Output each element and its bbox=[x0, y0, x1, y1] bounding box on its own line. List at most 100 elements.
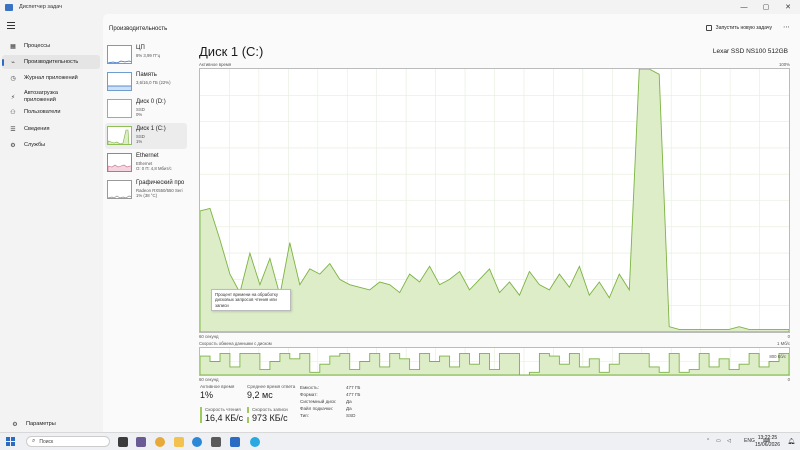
device-item-disk-0[interactable]: Диск 0 (D:) SSD 0% bbox=[105, 96, 187, 122]
edge-icon[interactable] bbox=[192, 437, 202, 447]
run-task-label: Запустить новую задачу bbox=[715, 25, 772, 31]
ethernet-thumbnail bbox=[107, 153, 132, 172]
settings-label: Параметры bbox=[26, 420, 56, 427]
maximize-button[interactable]: ▢ bbox=[756, 0, 776, 14]
search-icon: ⌕ bbox=[32, 438, 36, 444]
taskbar-search[interactable]: ⌕ Поиск bbox=[26, 436, 110, 447]
notification-bell-icon[interactable]: 🔔︎ bbox=[787, 438, 795, 445]
hamburger-menu-icon[interactable] bbox=[7, 22, 15, 29]
sidebar-item-processes[interactable]: ▦ Процессы bbox=[2, 39, 100, 53]
device-item-ethernet[interactable]: Ethernet Ethernet О: 0 П: 4,8 Мбит/с bbox=[105, 150, 187, 176]
stat-response-time: Среднее время ответа 9,2 мс bbox=[247, 384, 295, 400]
language-indicator[interactable]: ENG bbox=[744, 438, 755, 444]
sidebar-item-services[interactable]: ⚙ Службы bbox=[2, 138, 100, 152]
minimize-button[interactable]: — bbox=[734, 0, 754, 14]
store-icon[interactable] bbox=[211, 437, 221, 447]
sidebar: ▦ Процессы ⌁ Производительность ◷ Журнал… bbox=[0, 14, 103, 432]
property-key: Формат: bbox=[300, 392, 318, 397]
task-manager-taskbar-icon[interactable] bbox=[230, 437, 240, 447]
device-item-gpu[interactable]: Графический про Radeon RX550/550 Seri 1%… bbox=[105, 177, 187, 203]
transfer-graph-mid: 800 Кб/с bbox=[769, 354, 786, 359]
settings-button[interactable]: ⚙ Параметры bbox=[4, 417, 100, 431]
device-item-disk-1[interactable]: Диск 1 (C:) SSD 1% bbox=[105, 123, 187, 149]
taskbar: ⌕ Поиск ⌃ ▭ ◁ ENG ⌨ 13:22:25 15/06/2026 … bbox=[0, 432, 800, 450]
task-manager-window: Диспетчер задач — ▢ ✕ ▦ Процессы ⌁ Произ… bbox=[0, 0, 800, 432]
stat-value: 9,2 мс bbox=[247, 390, 273, 400]
title-bar: Диспетчер задач — ▢ ✕ bbox=[0, 0, 800, 14]
property-row: Тип: SSD bbox=[300, 412, 360, 419]
sidebar-item-label: Журнал приложений bbox=[24, 74, 78, 81]
file-explorer-icon[interactable] bbox=[174, 437, 184, 447]
property-key: Емкость: bbox=[300, 385, 319, 390]
property-value: Да bbox=[346, 406, 352, 411]
gpu-thumbnail-line bbox=[108, 195, 131, 198]
sidebar-item-app-history[interactable]: ◷ Журнал приложений bbox=[2, 71, 100, 85]
device-usage: 1% bbox=[136, 139, 143, 144]
disk1-thumbnail-area bbox=[108, 129, 130, 144]
tray-chevron-icon[interactable]: ⌃ bbox=[706, 438, 710, 444]
memory-thumbnail bbox=[107, 72, 132, 91]
property-key: Файл подкачки: bbox=[300, 406, 334, 411]
users-icon: ⚇ bbox=[10, 109, 16, 116]
property-value: SSD bbox=[346, 413, 356, 418]
stat-write-speed: Скорость записи 973 КБ/с bbox=[247, 407, 288, 423]
stat-value: 973 КБ/с bbox=[252, 413, 288, 423]
sidebar-item-label: Службы bbox=[24, 141, 46, 148]
disk-model: Lexar SSD NS100 512GB bbox=[712, 48, 788, 55]
device-usage: 0% bbox=[136, 112, 143, 117]
clock[interactable]: 13:22:25 15/06/2026 bbox=[755, 435, 780, 448]
clock-time: 13:22:25 bbox=[757, 435, 778, 441]
sidebar-item-performance[interactable]: ⌁ Производительность bbox=[2, 55, 100, 69]
disk-title: Диск 1 (C:) bbox=[199, 44, 264, 59]
grid-icon: ▦ bbox=[10, 43, 16, 50]
transfer-graph-max: 1 Мб/с bbox=[777, 341, 790, 346]
device-name: Диск 1 (C:) bbox=[136, 126, 166, 132]
device-usage: 1% (38 °C) bbox=[136, 193, 158, 198]
disk0-thumbnail bbox=[107, 99, 132, 118]
gear-icon: ⚙ bbox=[12, 421, 18, 428]
cpu-thumbnail bbox=[107, 45, 132, 64]
device-name: Память bbox=[136, 72, 157, 78]
telegram-icon[interactable] bbox=[250, 437, 260, 447]
sidebar-item-label: Автозагрузка приложений bbox=[24, 90, 58, 103]
browser-icon[interactable] bbox=[155, 437, 165, 447]
property-value: 477 ГБ bbox=[346, 392, 361, 397]
sidebar-item-details[interactable]: ☰ Сведения bbox=[2, 122, 100, 136]
active-time-graph-label: Активное время bbox=[199, 62, 232, 67]
widgets-icon[interactable] bbox=[136, 437, 146, 447]
details-icon: ☰ bbox=[10, 126, 16, 133]
run-new-task-button[interactable]: Запустить новую задачу bbox=[705, 25, 772, 31]
property-value: Да bbox=[346, 399, 352, 404]
gpu-thumbnail bbox=[107, 180, 132, 199]
device-usage: О: 0 П: 4,8 Мбит/с bbox=[136, 166, 172, 171]
sidebar-item-users[interactable]: ⚇ Пользователи bbox=[2, 105, 100, 119]
graph-tooltip: Процент времени на обработку дисковых за… bbox=[211, 289, 291, 312]
stat-value: 16,4 КБ/с bbox=[205, 413, 244, 423]
device-item-memory[interactable]: Память 3,6/16,0 ГБ (22%) bbox=[105, 69, 187, 95]
transfer-graph-label: Скорость обмена данными с диском bbox=[199, 341, 272, 346]
device-detail: 3,6/16,0 ГБ (22%) bbox=[136, 80, 171, 85]
network-icon[interactable]: ▭ bbox=[716, 438, 721, 444]
main-content: Производительность Запустить новую задач… bbox=[103, 14, 800, 432]
ethernet-thumbnail-area bbox=[108, 164, 131, 171]
startup-icon: ⚡ bbox=[10, 94, 16, 101]
property-value: 477 ГБ bbox=[346, 385, 361, 390]
active-time-graph-max: 100% bbox=[779, 62, 790, 67]
sidebar-item-label: Сведения bbox=[24, 125, 50, 132]
performance-icon: ⌁ bbox=[11, 59, 15, 66]
sidebar-item-startup[interactable]: ⚡ Автозагрузка приложений bbox=[2, 88, 100, 106]
volume-icon[interactable]: ◁ bbox=[727, 438, 731, 444]
more-options-icon[interactable]: ⋯ bbox=[783, 23, 790, 31]
device-item-cpu[interactable]: ЦП 8% 3,99 ГГц bbox=[105, 42, 187, 68]
transfer-graph-min: 0 bbox=[787, 377, 790, 382]
start-button-icon[interactable] bbox=[6, 437, 15, 446]
active-time-graph-timespan: 60 секунд bbox=[199, 334, 219, 339]
device-detail: 8% 3,99 ГГц bbox=[136, 53, 161, 58]
task-view-icon[interactable] bbox=[118, 437, 128, 447]
close-button[interactable]: ✕ bbox=[778, 0, 798, 14]
transfer-rate-chart bbox=[199, 348, 790, 376]
sidebar-item-label: Производительность bbox=[24, 58, 79, 65]
history-icon: ◷ bbox=[10, 75, 16, 82]
sidebar-item-label: Процессы bbox=[24, 42, 51, 49]
memory-thumbnail-fill bbox=[108, 86, 131, 90]
